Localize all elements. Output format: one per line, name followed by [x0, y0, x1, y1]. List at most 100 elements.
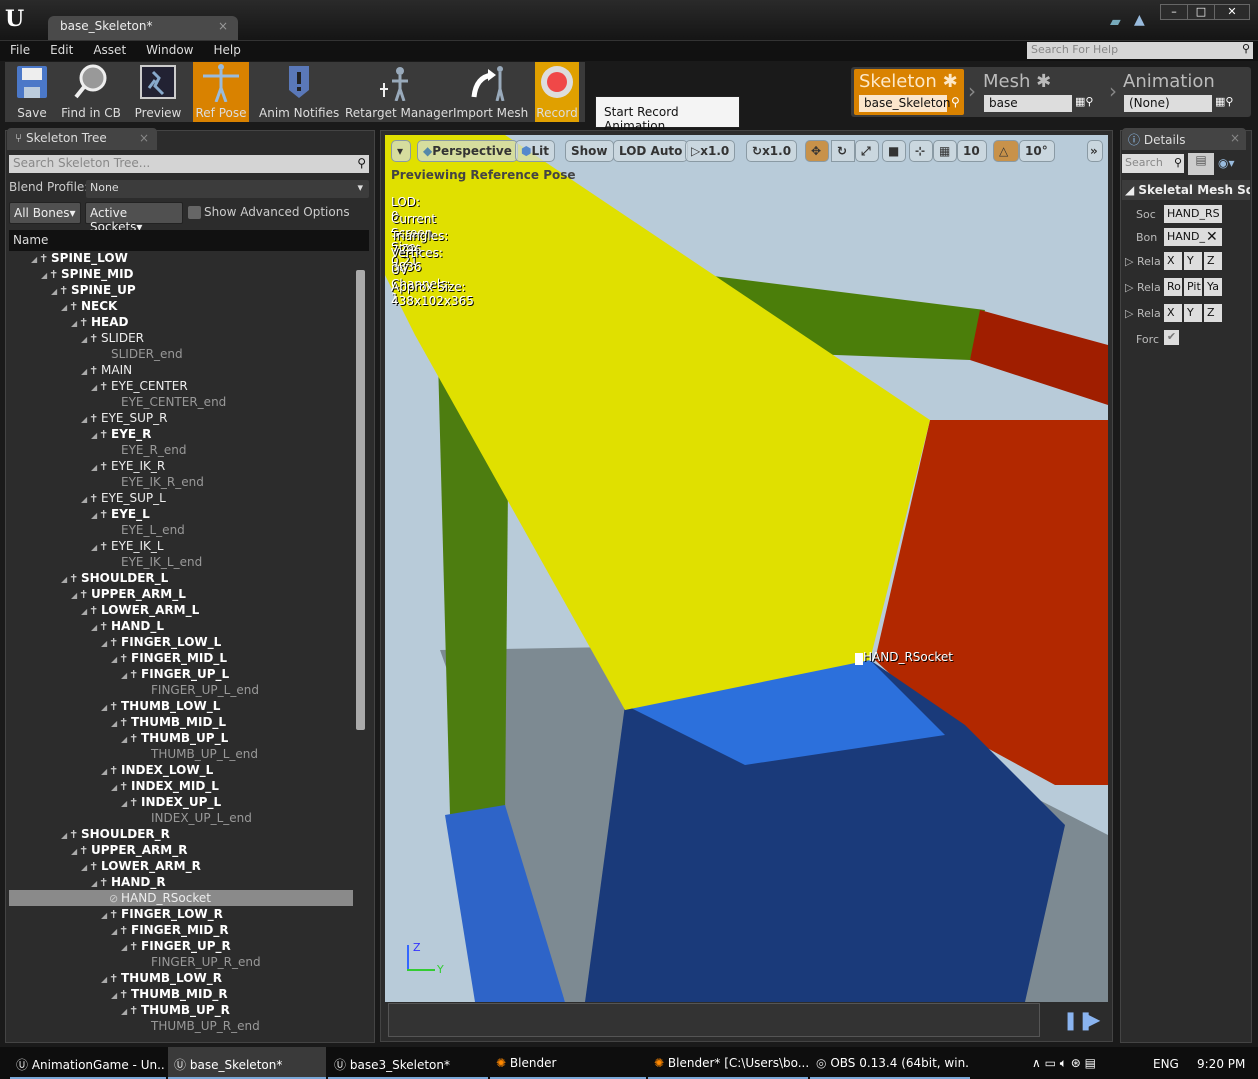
- tray-icons[interactable]: ∧ ▭ 🔈︎ ⊛ ▤: [1032, 1056, 1096, 1071]
- tree-row[interactable]: ◢ ✝ EYE_R: [9, 426, 353, 442]
- tree-row[interactable]: ◢ ✝ LOWER_ARM_R: [9, 858, 353, 874]
- property-value[interactable]: X: [1164, 252, 1182, 270]
- tree-row[interactable]: ◢ ✝ HAND_L: [9, 618, 353, 634]
- tree-row[interactable]: ◢ ✝ THUMB_MID_L: [9, 714, 353, 730]
- property-value[interactable]: X: [1164, 304, 1182, 322]
- tree-row[interactable]: ◢ ✝ LOWER_ARM_L: [9, 602, 353, 618]
- save-button[interactable]: Save: [7, 62, 57, 122]
- menu-window[interactable]: Window: [136, 41, 203, 59]
- tree-row[interactable]: ◢ ✝ SPINE_UP: [9, 282, 353, 298]
- tree-row[interactable]: ◢ ✝ SPINE_MID: [9, 266, 353, 282]
- animation-title[interactable]: Animation: [1123, 71, 1215, 92]
- tree-row[interactable]: ◢ ✝ EYE_IK_R: [9, 458, 353, 474]
- tree-row[interactable]: EYE_IK_R_end: [9, 474, 353, 490]
- close-button[interactable]: ✕: [1214, 4, 1250, 20]
- language-indicator[interactable]: ENG: [1153, 1057, 1179, 1071]
- tree-row[interactable]: ◢ ✝ MAIN: [9, 362, 353, 378]
- play-forward-icon[interactable]: ▶: [1088, 1010, 1100, 1029]
- skeleton-tree-search-input[interactable]: Search Skeleton Tree... ⚲: [9, 155, 369, 173]
- all-bones-dropdown[interactable]: All Bones▾: [9, 202, 81, 224]
- find-in-cb-button[interactable]: Find in CB: [59, 62, 123, 122]
- tab-details[interactable]: ⓘ Details ×: [1122, 128, 1246, 150]
- tree-row[interactable]: ◢ ✝ EYE_SUP_L: [9, 490, 353, 506]
- checkbox[interactable]: ✔: [1164, 330, 1179, 345]
- close-icon[interactable]: ×: [1230, 131, 1240, 145]
- tree-row[interactable]: ◢ ✝ EYE_IK_L: [9, 538, 353, 554]
- record-button[interactable]: Record: [535, 62, 579, 122]
- angle-size-dropdown[interactable]: 10°: [1019, 140, 1055, 162]
- menu-file[interactable]: File: [0, 41, 40, 59]
- details-search-input[interactable]: Search ⚲: [1122, 154, 1184, 173]
- tree-row[interactable]: ⊘ HAND_RSocket: [9, 890, 353, 906]
- tree-row[interactable]: ◢ ✝ FINGER_LOW_R: [9, 906, 353, 922]
- playback-speed-button[interactable]: ▷x1.0: [685, 140, 736, 162]
- turntable-speed-button[interactable]: ↻x1.0: [746, 140, 798, 162]
- grid-icon[interactable]: ▦⚲: [1075, 95, 1093, 108]
- learn-icon[interactable]: ▲: [1134, 12, 1145, 28]
- show-button[interactable]: Show: [565, 140, 614, 162]
- skeleton-field[interactable]: base_Skeleton: [859, 95, 951, 112]
- tree-row[interactable]: ◢ ✝ INDEX_MID_L: [9, 778, 353, 794]
- chat-icon[interactable]: ▰: [1110, 14, 1121, 30]
- tree-row[interactable]: ◢ ✝ SHOULDER_L: [9, 570, 353, 586]
- taskbar-item[interactable]: ◎ OBS 0.13.4 (64bit, win...: [810, 1047, 970, 1079]
- grid-size-dropdown[interactable]: 10: [957, 140, 987, 162]
- ref-pose-button[interactable]: Ref Pose: [193, 62, 249, 122]
- lit-button[interactable]: ⬢Lit: [515, 140, 555, 162]
- translate-mode-button[interactable]: ✥: [805, 140, 829, 162]
- property-value[interactable]: HAND_RS: [1164, 205, 1222, 223]
- tree-row[interactable]: INDEX_UP_L_end: [9, 810, 353, 826]
- maximize-button[interactable]: □: [1187, 4, 1215, 20]
- scale-mode-button[interactable]: ⤢: [855, 140, 879, 162]
- tree-row[interactable]: EYE_L_end: [9, 522, 353, 538]
- close-icon[interactable]: ×: [218, 19, 228, 33]
- tree-row[interactable]: ◢ ✝ FINGER_MID_R: [9, 922, 353, 938]
- taskbar-item[interactable]: ✺ Blender: [490, 1047, 646, 1079]
- grid-icon[interactable]: ▦⚲: [1215, 95, 1233, 108]
- tree-row[interactable]: ◢ ✝ HAND_R: [9, 874, 353, 890]
- menu-help[interactable]: Help: [203, 41, 250, 59]
- show-advanced-checkbox[interactable]: [188, 206, 201, 219]
- tree-row[interactable]: ◢ ✝ EYE_SUP_R: [9, 410, 353, 426]
- property-value[interactable]: Pit: [1184, 278, 1202, 296]
- tree-row[interactable]: THUMB_UP_L_end: [9, 746, 353, 762]
- menu-asset[interactable]: Asset: [83, 41, 136, 59]
- tree-row[interactable]: SLIDER_end: [9, 346, 353, 362]
- preview-button[interactable]: Preview: [131, 62, 185, 122]
- tree-row[interactable]: THUMB_UP_R_end: [9, 1018, 353, 1034]
- tree-scrollbar[interactable]: [356, 270, 365, 730]
- property-value[interactable]: Ro: [1164, 278, 1182, 296]
- eye-icon[interactable]: ◉▾: [1218, 156, 1235, 170]
- active-sockets-dropdown[interactable]: Active Sockets▾: [85, 202, 183, 234]
- tree-row[interactable]: ◢ ✝ THUMB_UP_R: [9, 1002, 353, 1018]
- anim-notifies-button[interactable]: Anim Notifies: [259, 62, 339, 122]
- lod-button[interactable]: LOD Auto: [613, 140, 689, 162]
- help-search-input[interactable]: Search For Help ⚲: [1027, 42, 1253, 59]
- tree-row[interactable]: ◢ ✝ FINGER_LOW_L: [9, 634, 353, 650]
- tree-row[interactable]: FINGER_UP_L_end: [9, 682, 353, 698]
- clear-icon[interactable]: ✕: [1206, 229, 1218, 245]
- property-label[interactable]: ▷ Rela: [1125, 281, 1161, 294]
- tree-row[interactable]: ◢ ✝ EYE_CENTER: [9, 378, 353, 394]
- taskbar-item[interactable]: Ⓤ AnimationGame - Un...: [10, 1047, 166, 1079]
- property-label[interactable]: ▷ Rela: [1125, 255, 1161, 268]
- menu-edit[interactable]: Edit: [40, 41, 83, 59]
- tree-row[interactable]: ◢ ✝ FINGER_UP_R: [9, 938, 353, 954]
- property-value[interactable]: Ya: [1204, 278, 1222, 296]
- tree-row[interactable]: FINGER_UP_R_end: [9, 954, 353, 970]
- surface-snap-button[interactable]: ■: [882, 140, 906, 162]
- tree-row[interactable]: ◢ ✝ SHOULDER_R: [9, 826, 353, 842]
- tree-row[interactable]: ◢ ✝ NECK: [9, 298, 353, 314]
- name-column-header[interactable]: Name: [9, 230, 369, 251]
- tree-row[interactable]: ◢ ✝ THUMB_MID_R: [9, 986, 353, 1002]
- mesh-field[interactable]: base: [984, 95, 1072, 112]
- angle-snap-button[interactable]: △: [993, 140, 1019, 162]
- tab-skeleton-tree[interactable]: ⑂ Skeleton Tree ×: [7, 128, 157, 150]
- grid-snap-button[interactable]: ▦: [933, 140, 957, 162]
- perspective-button[interactable]: ◆Perspective: [417, 140, 518, 162]
- tree-row[interactable]: ◢ ✝ THUMB_LOW_R: [9, 970, 353, 986]
- mesh-title[interactable]: Mesh ✱: [983, 71, 1051, 92]
- tree-row[interactable]: ◢ ✝ SLIDER: [9, 330, 353, 346]
- tree-row[interactable]: EYE_CENTER_end: [9, 394, 353, 410]
- tree-row[interactable]: ◢ ✝ THUMB_LOW_L: [9, 698, 353, 714]
